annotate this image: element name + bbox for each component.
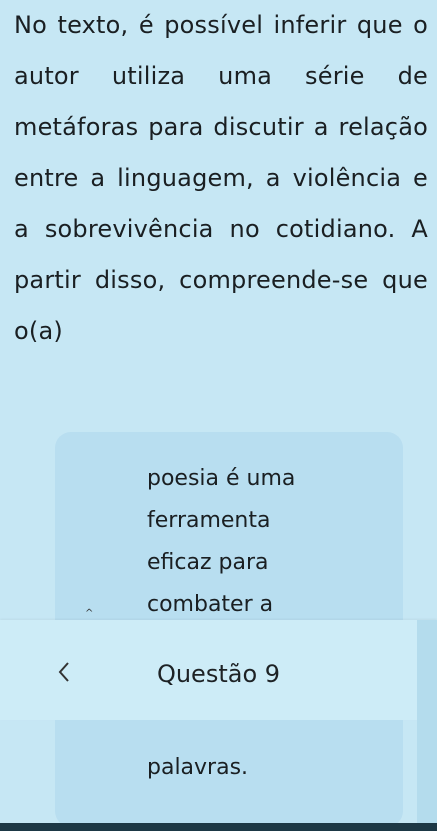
clipped-option-line <box>147 722 277 728</box>
option-line-2: ferramenta <box>147 508 271 533</box>
caret-up-icon: ^ <box>85 608 94 619</box>
option-line-3: eficaz para <box>147 550 269 575</box>
answer-option-text: poesia é uma ferramenta eficaz para comb… <box>147 458 347 626</box>
card-edge <box>417 620 437 831</box>
question-text: No texto, é possível inferir que o autor… <box>14 11 428 345</box>
question-number-label: Questão 9 <box>156 660 281 688</box>
option-line-1: poesia é uma <box>147 466 296 491</box>
bottom-edge <box>0 823 437 831</box>
option-last-line: palavras. <box>147 755 249 780</box>
